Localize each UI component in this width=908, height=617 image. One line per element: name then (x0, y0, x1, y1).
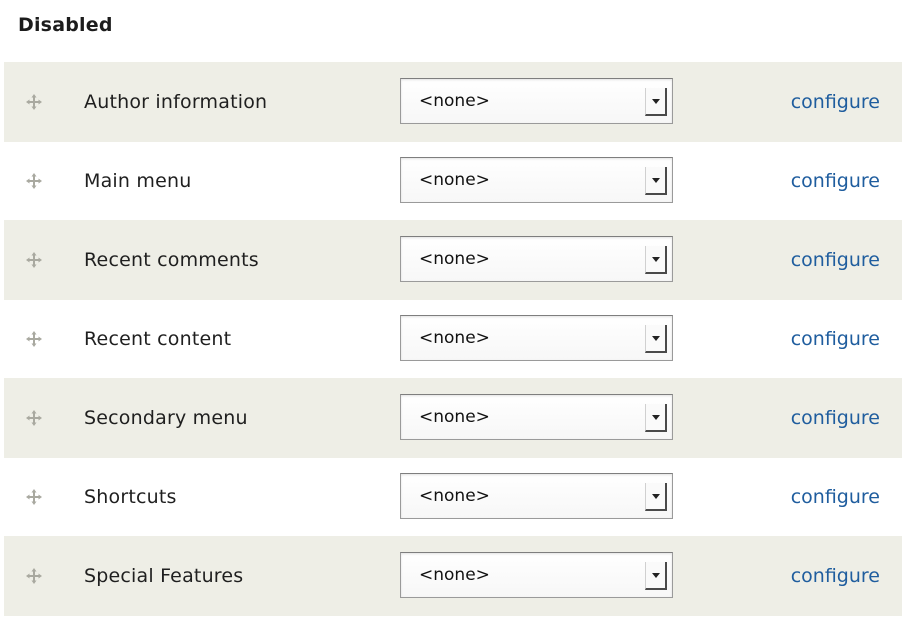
block-name: Special Features (84, 565, 244, 587)
configure-link[interactable]: configure (791, 407, 880, 429)
chevron-down-icon[interactable] (645, 325, 667, 353)
configure-link[interactable]: configure (791, 486, 880, 508)
region-select-value: <none> (419, 91, 490, 111)
drag-handle-icon[interactable] (26, 252, 42, 268)
region-select-value: <none> (419, 486, 490, 506)
block-name: Author information (84, 91, 268, 113)
block-list: Author information <none> configure Main… (0, 62, 908, 616)
block-row: Recent content <none> configure (4, 300, 902, 378)
region-select-value: <none> (419, 407, 490, 427)
region-select[interactable]: <none> (400, 78, 673, 124)
block-row: Special Features <none> configure (4, 536, 902, 616)
region-select-value: <none> (419, 170, 490, 190)
drag-handle-icon[interactable] (26, 410, 42, 426)
block-name: Recent comments (84, 249, 259, 271)
region-select-value: <none> (419, 565, 490, 585)
configure-link[interactable]: configure (791, 249, 880, 271)
configure-link[interactable]: configure (791, 328, 880, 350)
chevron-down-icon[interactable] (645, 404, 667, 432)
region-select-value: <none> (419, 249, 490, 269)
region-select[interactable]: <none> (400, 236, 673, 282)
drag-handle-icon[interactable] (26, 173, 42, 189)
configure-link[interactable]: configure (791, 170, 880, 192)
drag-handle-icon[interactable] (26, 94, 42, 110)
section-title: Disabled (18, 14, 113, 36)
block-row: Secondary menu <none> configure (4, 378, 902, 458)
configure-link[interactable]: configure (791, 565, 880, 587)
chevron-down-icon[interactable] (645, 167, 667, 195)
block-row: Author information <none> configure (4, 62, 902, 142)
block-row: Shortcuts <none> configure (4, 458, 902, 536)
block-name: Main menu (84, 170, 192, 192)
region-select[interactable]: <none> (400, 552, 673, 598)
region-select[interactable]: <none> (400, 315, 673, 361)
region-select[interactable]: <none> (400, 394, 673, 440)
region-select-value: <none> (419, 328, 490, 348)
block-name: Recent content (84, 328, 232, 350)
region-select[interactable]: <none> (400, 157, 673, 203)
chevron-down-icon[interactable] (645, 246, 667, 274)
chevron-down-icon[interactable] (645, 562, 667, 590)
drag-handle-icon[interactable] (26, 331, 42, 347)
chevron-down-icon[interactable] (645, 483, 667, 511)
drag-handle-icon[interactable] (26, 568, 42, 584)
region-select[interactable]: <none> (400, 473, 673, 519)
block-row: Recent comments <none> configure (4, 220, 902, 300)
block-name: Secondary menu (84, 407, 248, 429)
configure-link[interactable]: configure (791, 91, 880, 113)
block-row: Main menu <none> configure (4, 142, 902, 220)
block-name: Shortcuts (84, 486, 177, 508)
chevron-down-icon[interactable] (645, 88, 667, 116)
drag-handle-icon[interactable] (26, 489, 42, 505)
